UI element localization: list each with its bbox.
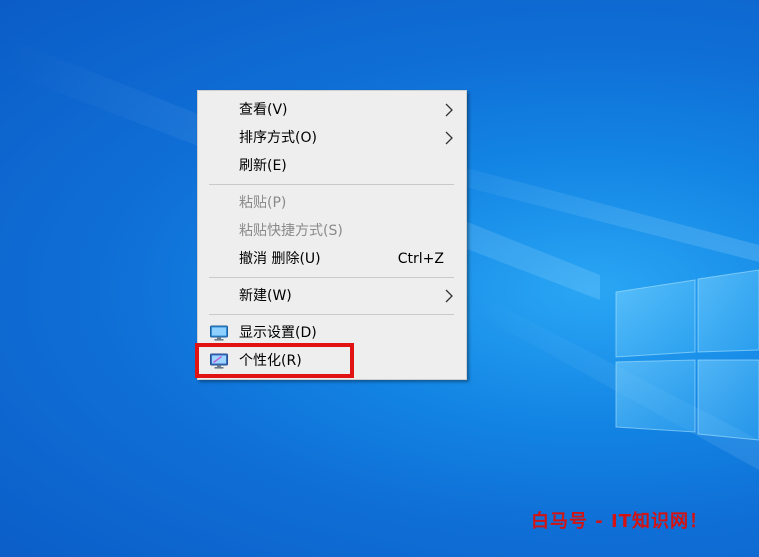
chevron-right-icon [445,103,453,117]
menu-item-view[interactable]: 查看(V) [198,96,466,124]
desktop-background[interactable]: 查看(V) 排序方式(O) 刷新(E) 粘贴(P) 粘贴快捷方式(S) 撤消 删… [0,0,759,557]
menu-item-undo-delete[interactable]: 撤消 删除(U) Ctrl+Z [198,245,466,273]
menu-item-paste-shortcut[interactable]: 粘贴快捷方式(S) [198,217,466,245]
menu-item-label: 粘贴快捷方式(S) [239,223,343,239]
menu-item-label: 新建(W) [239,288,292,304]
display-settings-icon [210,325,228,341]
chevron-right-icon [445,131,453,145]
menu-item-paste[interactable]: 粘贴(P) [198,189,466,217]
menu-item-label: 显示设置(D) [239,325,317,341]
menu-item-refresh[interactable]: 刷新(E) [198,152,466,180]
menu-separator [209,184,454,185]
menu-item-label: 查看(V) [239,102,288,118]
menu-item-shortcut: Ctrl+Z [397,251,444,267]
watermark-text: 白马号 - IT知识网！ [531,511,708,532]
menu-item-new[interactable]: 新建(W) [198,282,466,310]
menu-separator [209,277,454,278]
highlight-box [195,343,354,378]
menu-item-sort-by[interactable]: 排序方式(O) [198,124,466,152]
menu-item-label: 排序方式(O) [239,130,317,146]
chevron-right-icon [445,289,453,303]
desktop-context-menu: 查看(V) 排序方式(O) 刷新(E) 粘贴(P) 粘贴快捷方式(S) 撤消 删… [197,90,467,380]
menu-item-label: 撤消 删除(U) [239,251,321,267]
menu-item-label: 粘贴(P) [239,195,287,211]
menu-separator [209,314,454,315]
menu-item-label: 刷新(E) [239,158,287,174]
